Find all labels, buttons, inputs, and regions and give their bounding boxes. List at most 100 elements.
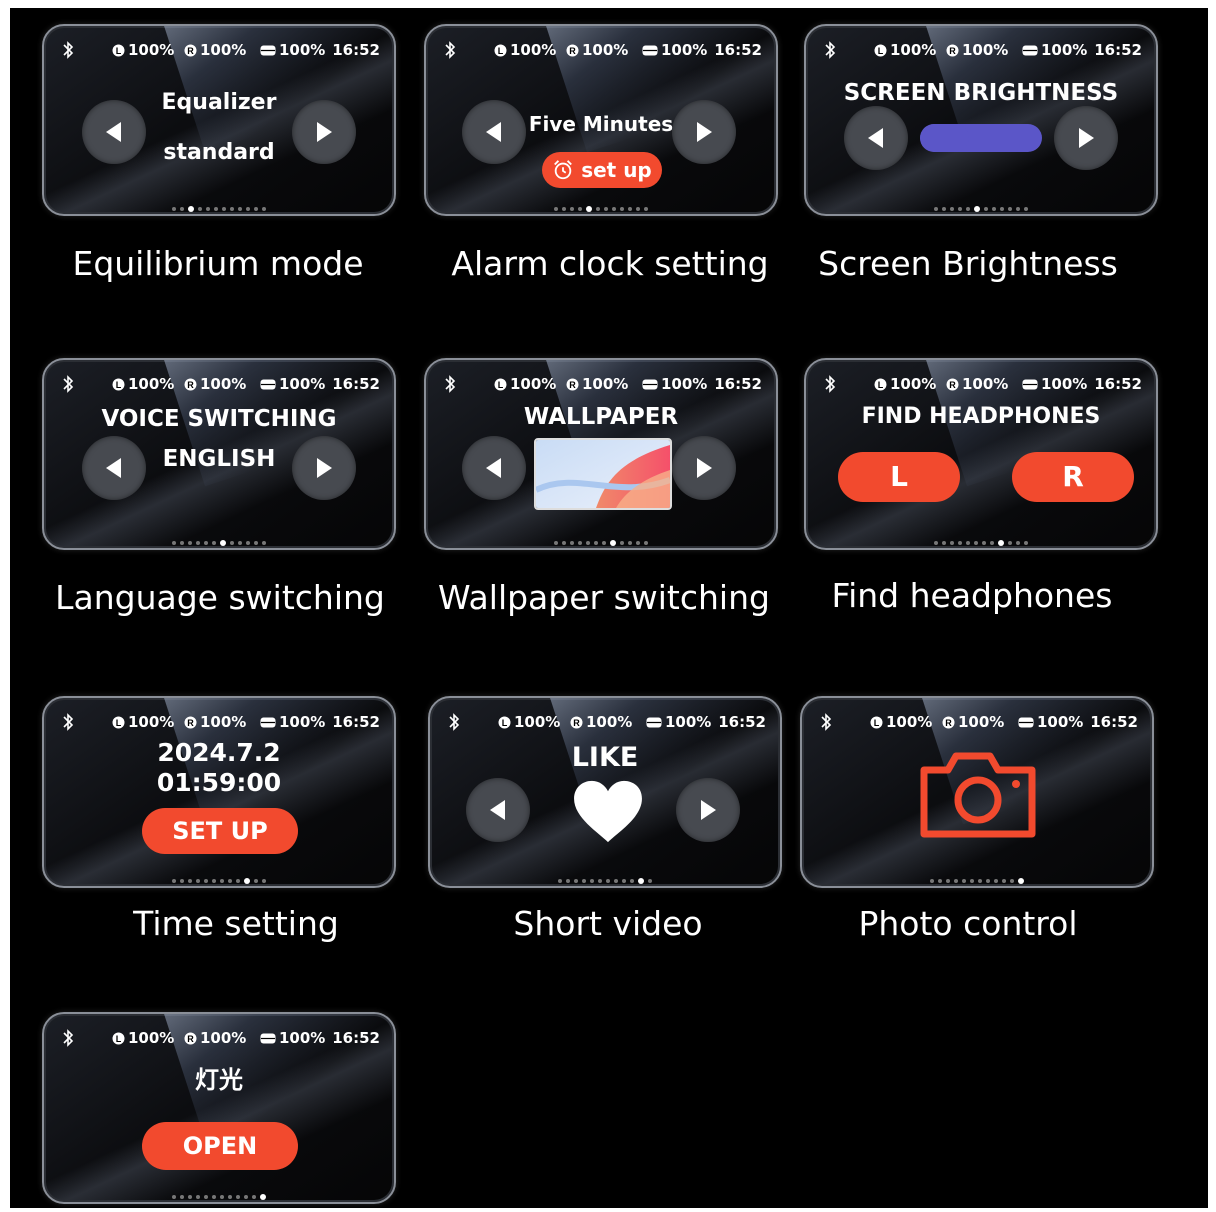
page-dot xyxy=(206,206,210,211)
right-battery-status: R 100% xyxy=(566,41,628,59)
page-dot xyxy=(180,1194,184,1199)
next-button[interactable] xyxy=(1054,106,1118,170)
case-battery-icon xyxy=(260,45,276,55)
right-battery-value: 100% xyxy=(200,1029,247,1047)
svg-text:R: R xyxy=(187,380,194,390)
page-dot xyxy=(622,878,626,883)
page-indicator xyxy=(802,870,1152,884)
page-dot xyxy=(246,540,250,545)
left-battery-value: 100% xyxy=(890,375,937,393)
page-dot xyxy=(966,206,970,211)
time-set-up-button[interactable]: SET UP xyxy=(142,808,298,854)
right-earbud-icon: R xyxy=(184,378,197,390)
bluetooth-icon xyxy=(825,375,836,393)
page-dot xyxy=(228,1194,232,1199)
left-earbud-icon: L xyxy=(870,716,883,728)
find-left-earbud-button[interactable]: L xyxy=(838,452,960,502)
previous-button[interactable] xyxy=(82,436,146,500)
next-button[interactable] xyxy=(676,778,740,842)
previous-button[interactable] xyxy=(462,436,526,500)
light-open-button[interactable]: OPEN xyxy=(142,1122,298,1170)
right-earbud-icon: R xyxy=(942,716,955,728)
svg-text:L: L xyxy=(874,718,880,728)
page-dot xyxy=(180,540,184,545)
left-battery-status: L 100% xyxy=(494,41,556,59)
right-earbud-icon: R xyxy=(184,716,197,728)
caption-equilibrium-mode: Equilibrium mode xyxy=(72,244,364,283)
caption-time-setting: Time setting xyxy=(133,904,339,943)
svg-text:L: L xyxy=(878,380,884,390)
page-indicator xyxy=(44,870,394,884)
svg-text:L: L xyxy=(116,1034,122,1044)
next-button[interactable] xyxy=(672,436,736,500)
page-dot xyxy=(942,540,946,545)
status-bar: L 100% R 100% 100% 16:52 xyxy=(802,712,1152,732)
svg-text:R: R xyxy=(573,718,580,728)
page-dot xyxy=(578,206,582,211)
right-earbud-icon: R xyxy=(184,44,197,56)
right-arrow-icon xyxy=(697,122,712,142)
case-battery-icon xyxy=(260,717,276,727)
svg-text:L: L xyxy=(502,718,508,728)
next-button[interactable] xyxy=(292,100,356,164)
page-dot xyxy=(590,878,594,883)
page-dot xyxy=(938,878,942,883)
next-button[interactable] xyxy=(672,100,736,164)
right-earbud-icon: R xyxy=(946,378,959,390)
caption-alarm-clock-setting: Alarm clock setting xyxy=(451,244,769,283)
page-dot xyxy=(236,878,240,883)
page-dot xyxy=(220,1194,224,1199)
page-dot xyxy=(986,878,990,883)
status-bar: L 100% R 100% 100% 16:52 xyxy=(426,40,776,60)
status-clock: 16:52 xyxy=(714,375,762,393)
page-indicator xyxy=(806,198,1156,212)
case-battery-value: 100% xyxy=(1037,713,1084,731)
heart-icon[interactable] xyxy=(568,778,648,844)
page-dot xyxy=(970,878,974,883)
right-battery-status: R 100% xyxy=(946,41,1008,59)
camera-icon[interactable] xyxy=(918,742,1038,842)
page-dot-active xyxy=(220,539,226,546)
page-dot xyxy=(198,206,202,211)
svg-text:L: L xyxy=(498,46,504,56)
svg-text:L: L xyxy=(116,380,122,390)
previous-button[interactable] xyxy=(844,106,908,170)
page-dot xyxy=(950,206,954,211)
case-battery-value: 100% xyxy=(661,41,708,59)
left-battery-status: L 100% xyxy=(874,41,936,59)
case-battery-icon xyxy=(642,379,658,389)
case-battery-status: 100% xyxy=(1022,41,1087,59)
page-dot xyxy=(230,206,234,211)
previous-button[interactable] xyxy=(466,778,530,842)
page-dot xyxy=(1008,206,1012,211)
case-battery-status: 100% xyxy=(1022,375,1087,393)
find-right-earbud-button[interactable]: R xyxy=(1012,452,1134,502)
previous-button[interactable] xyxy=(82,100,146,164)
next-button[interactable] xyxy=(292,436,356,500)
left-arrow-icon xyxy=(486,458,501,478)
bluetooth-icon xyxy=(63,375,74,393)
page-dot xyxy=(978,878,982,883)
page-dot xyxy=(244,1194,248,1199)
left-battery-status: L 100% xyxy=(112,41,174,59)
bluetooth-icon xyxy=(825,41,836,59)
page-dot-active xyxy=(244,877,250,884)
previous-button[interactable] xyxy=(462,100,526,164)
brightness-track[interactable] xyxy=(920,124,1042,152)
status-clock: 16:52 xyxy=(1090,713,1138,731)
left-battery-value: 100% xyxy=(128,1029,175,1047)
bluetooth-icon xyxy=(63,1029,74,1047)
alarm-set-up-button[interactable]: set up xyxy=(542,152,662,188)
left-earbud-icon: L xyxy=(112,1032,125,1044)
page-dot xyxy=(180,206,184,211)
bluetooth-icon xyxy=(63,713,74,731)
page-dot xyxy=(196,878,200,883)
left-battery-value: 100% xyxy=(514,713,561,731)
page-dot xyxy=(196,1194,200,1199)
case-battery-icon xyxy=(260,379,276,389)
wallpaper-preview[interactable] xyxy=(534,438,672,510)
page-dot xyxy=(204,1194,208,1199)
svg-text:R: R xyxy=(949,46,956,56)
page-dot xyxy=(606,878,610,883)
right-arrow-icon xyxy=(701,800,716,820)
